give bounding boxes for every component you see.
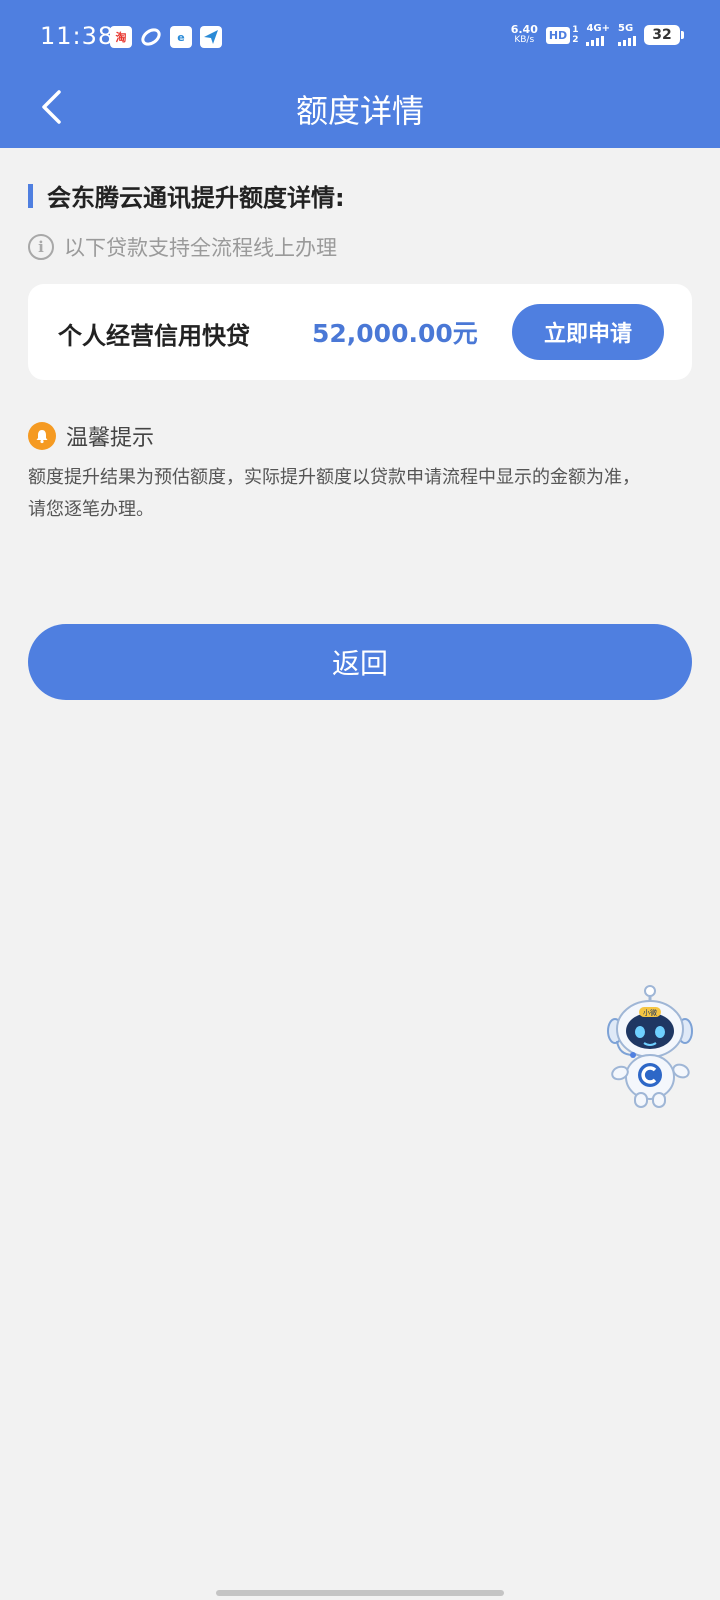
notification-icons: 淘 e — [110, 26, 222, 48]
ring-app-icon — [140, 26, 162, 48]
robot-badge-text: 小微 — [643, 1008, 657, 1017]
signal-5g-label: 5G — [618, 23, 634, 34]
ebank-icon: e — [170, 26, 192, 48]
hd-label: HD — [545, 26, 571, 44]
signal-4g: 4G+ — [586, 24, 610, 46]
info-text: 以下贷款支持全流程线上办理 — [64, 236, 337, 260]
plane-app-icon — [200, 26, 222, 48]
return-button[interactable]: 返回 — [28, 624, 692, 700]
tip-text-line-1: 额度提升结果为预估额度，实际提升额度以贷款申请流程中显示的金额为准， — [28, 467, 640, 488]
signal-bars-icon — [618, 36, 636, 46]
loan-amount: 52,000.00元 — [312, 319, 478, 348]
robot-assistant-icon[interactable]: 小微 — [605, 985, 695, 1110]
net-speed-value: 6.40 — [510, 23, 538, 36]
hd-bottom: 2 — [572, 35, 579, 45]
net-speed-unit: KB/s — [514, 35, 535, 45]
bell-icon — [28, 422, 56, 450]
header: 11:38 淘 e 6.40 KB/s HD 1 2 4G+ 5G 32 额度详… — [0, 0, 720, 148]
hd-numbers: 1 2 — [572, 25, 578, 45]
apply-now-button[interactable]: 立即申请 — [512, 304, 664, 360]
page: 11:38 淘 e 6.40 KB/s HD 1 2 4G+ 5G 32 额度详… — [0, 0, 720, 1600]
signal-bars-icon — [586, 36, 605, 46]
section-accent-bar — [28, 183, 33, 208]
info-circle-icon: i — [28, 234, 54, 260]
info-line: i 以下贷款支持全流程线上办理 — [28, 232, 337, 262]
tip-header: 温馨提示 — [28, 420, 154, 452]
taobao-icon: 淘 — [110, 26, 132, 48]
signal-5g: 5G — [618, 24, 636, 46]
net-speed: 6.40 KB/s — [511, 24, 538, 46]
navbar: 额度详情 — [0, 72, 720, 148]
section-title: 会东腾云通讯提升额度详情: — [28, 178, 345, 213]
loan-card: 个人经营信用快贷 52,000.00元 立即申请 — [28, 284, 692, 380]
hd-badge: HD 1 2 — [545, 25, 578, 45]
status-time: 11:38 — [40, 22, 115, 50]
tip-text-line-2: 请您逐笔办理。 — [28, 499, 154, 520]
hd-top: 1 — [572, 25, 579, 35]
tip-title: 温馨提示 — [66, 426, 155, 451]
tip-text: 额度提升结果为预估额度，实际提升额度以贷款申请流程中显示的金额为准， 请您逐笔办… — [28, 462, 692, 526]
battery-icon: 32 — [644, 25, 684, 45]
signal-4g-label: 4G+ — [586, 23, 610, 34]
page-title: 额度详情 — [295, 92, 424, 130]
status-indicators: 6.40 KB/s HD 1 2 4G+ 5G 32 — [511, 24, 684, 46]
home-indicator[interactable] — [216, 1590, 504, 1596]
section-title-text: 会东腾云通讯提升额度详情: — [47, 184, 345, 212]
loan-product-name: 个人经营信用快贷 — [58, 322, 250, 350]
status-bar: 11:38 淘 e 6.40 KB/s HD 1 2 4G+ 5G 32 — [0, 0, 720, 72]
